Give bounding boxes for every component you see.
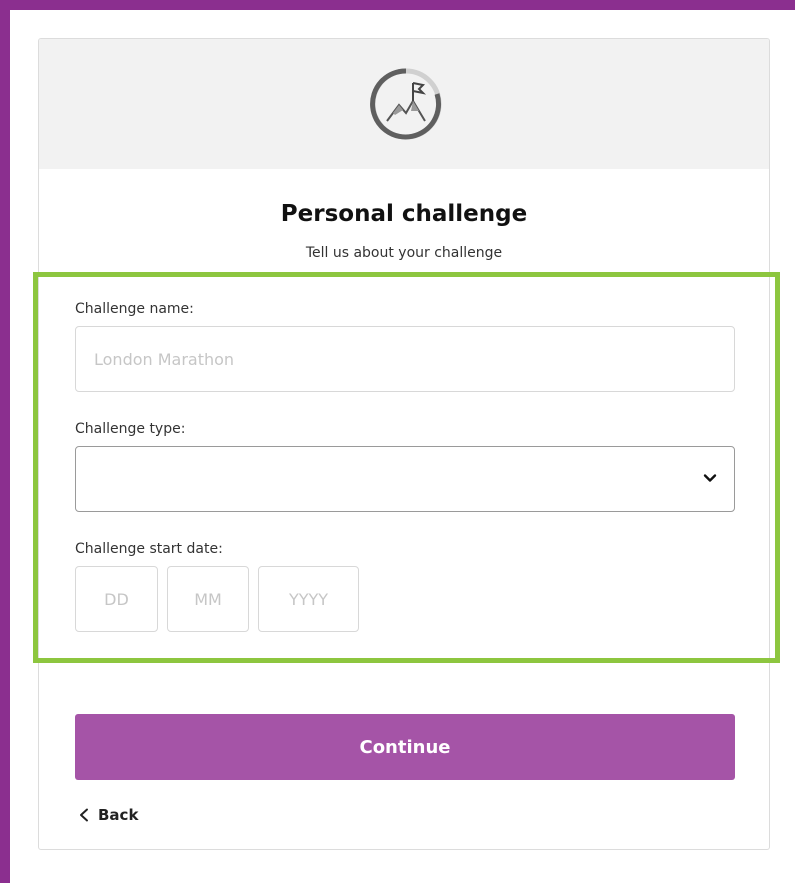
chevron-down-icon [703, 474, 717, 482]
chevron-left-icon [80, 808, 88, 822]
page-subtitle: Tell us about your challenge [305, 245, 503, 261]
start-date-month-input[interactable] [167, 566, 249, 632]
mountain-flag-icon [370, 68, 442, 140]
challenge-name-input[interactable] [75, 326, 735, 392]
challenge-type-label: Challenge type: [75, 421, 186, 437]
continue-button[interactable]: Continue [75, 714, 735, 780]
back-label: Back [98, 806, 139, 824]
page-title: Personal challenge [280, 201, 528, 227]
back-link[interactable]: Back [78, 804, 138, 826]
start-date-year-input[interactable] [258, 566, 359, 632]
challenge-card: Personal challenge Tell us about your ch… [38, 38, 770, 850]
challenge-type-select[interactable] [75, 446, 735, 512]
start-date-day-input[interactable] [75, 566, 158, 632]
challenge-name-label: Challenge name: [75, 301, 194, 317]
card-header [39, 39, 769, 169]
start-date-label: Challenge start date: [75, 541, 223, 557]
page-canvas: Personal challenge Tell us about your ch… [10, 10, 795, 883]
